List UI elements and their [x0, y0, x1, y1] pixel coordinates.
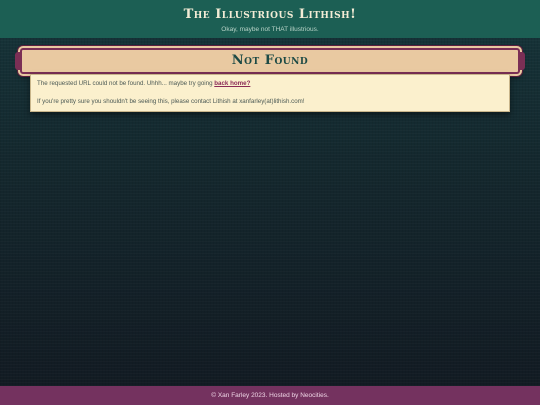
site-footer: © Xan Farley 2023. Hosted by Neocities. — [0, 386, 540, 405]
page-title-banner: Not Found — [15, 48, 525, 74]
site-tagline: Okay, maybe not THAT illustrious. — [221, 26, 319, 33]
content-box: The requested URL could not be found. Uh… — [30, 74, 510, 112]
site-header: The Illustrious Lithish! Okay, maybe not… — [0, 0, 540, 38]
banner-right-edge — [520, 52, 525, 70]
back-home-link[interactable]: back home? — [214, 80, 250, 87]
contact-message: If you're pretty sure you shouldn't be s… — [37, 98, 305, 105]
footer-text: © Xan Farley 2023. Hosted by Neocities. — [211, 392, 329, 399]
site-title-link[interactable]: The Illustrious Lithish! — [0, 0, 540, 22]
not-found-message: The requested URL could not be found. Uh… — [37, 80, 503, 88]
page-title: Not Found — [231, 53, 309, 68]
not-found-text: The requested URL could not be found. Uh… — [37, 80, 215, 87]
banner-left-edge — [15, 52, 20, 70]
